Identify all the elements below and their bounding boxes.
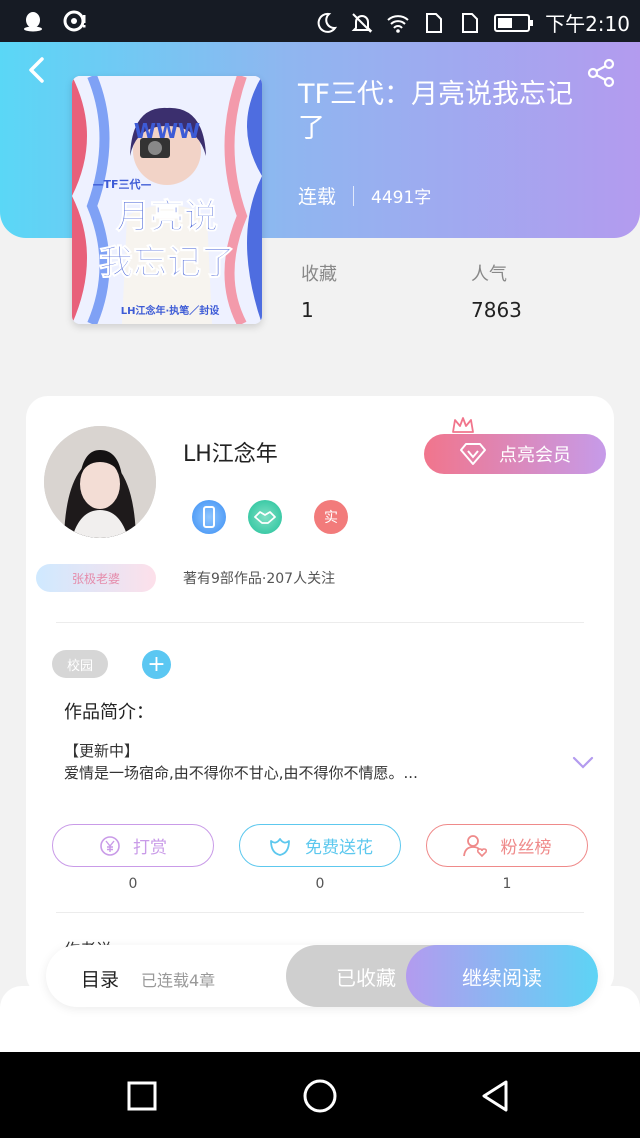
sim1-icon: [421, 10, 447, 36]
add-tag-icon[interactable]: +: [142, 650, 171, 679]
meta-divider: [353, 185, 355, 206]
fan-tag: 张极老婆: [36, 564, 156, 592]
author-name[interactable]: LH江念年: [183, 436, 278, 468]
vip-button[interactable]: 点亮会员: [424, 434, 606, 474]
continue-reading-button[interactable]: 继续阅读: [406, 945, 598, 1007]
back-arrow-icon[interactable]: [22, 55, 52, 85]
divider: [56, 622, 584, 623]
phone-badge-icon[interactable]: [192, 500, 226, 534]
stat-label: 收藏: [301, 264, 337, 285]
fan-ranking-label: 粉丝榜: [500, 838, 552, 858]
chevron-down-icon[interactable]: [572, 756, 594, 770]
crown-icon: [452, 417, 474, 433]
send-flower-label: 免费送花: [305, 838, 373, 858]
author-badges: 实: [192, 500, 348, 534]
tip-label: 打赏: [133, 838, 167, 858]
cover-title-2: 我忘记了: [99, 243, 235, 283]
word-count: 4491字: [371, 188, 432, 208]
flower-icon: [270, 837, 290, 856]
fan-count: 1: [502, 876, 512, 892]
tip-button[interactable]: 打赏: [52, 824, 214, 867]
user-heart-icon: [462, 834, 487, 857]
book-cover[interactable]: WWW —TF三代— 月亮说 我忘记了 LH江念年·执笔／封设: [72, 76, 262, 324]
status-bar: 下午2:10: [0, 0, 640, 42]
cover-title-1: 月亮说: [116, 197, 218, 237]
tip-count: 0: [128, 876, 138, 892]
book-detail-card: LH江念年 点亮会员 实 张极老婆 著有9部作品·207人关注 校园 + 作品简…: [26, 396, 614, 996]
moon-icon: [313, 10, 339, 36]
qq-icon: [20, 8, 46, 34]
serial-status: 连载: [298, 186, 337, 208]
flower-count: 0: [315, 876, 325, 892]
sim2-icon: [457, 10, 483, 36]
chat-bubble-icon: [62, 8, 88, 34]
intro-line: 【更新中】: [64, 742, 140, 760]
back-icon[interactable]: [476, 1076, 516, 1116]
send-flower-button[interactable]: 免费送花: [239, 824, 401, 867]
stat-label: 人气: [471, 264, 507, 285]
author-avatar[interactable]: [44, 426, 156, 538]
intro-line: 爱情是一场宿命,由不得你不甘心,由不得你不情愿。...: [64, 764, 418, 782]
vip-label: 点亮会员: [499, 445, 571, 466]
wifi-icon: [385, 10, 411, 36]
stat-value: 1: [301, 298, 314, 322]
clock: 下午2:10: [545, 12, 630, 36]
diamond-icon: [460, 443, 486, 465]
home-icon[interactable]: [300, 1076, 340, 1116]
divider: [56, 912, 584, 913]
cover-series: —TF三代—: [92, 177, 151, 191]
toc-button[interactable]: 目录: [81, 965, 119, 992]
author-works-count: 著有9部作品·207人关注: [183, 571, 336, 587]
system-nav-bar: [0, 1052, 640, 1138]
intro-heading: 作品简介：: [64, 702, 154, 723]
cover-credit: LH江念年·执笔／封设: [121, 304, 220, 317]
fan-ranking-button[interactable]: 粉丝榜: [426, 824, 588, 867]
handshake-badge-icon[interactable]: [248, 500, 282, 534]
chapter-count: 已连载4章: [141, 971, 216, 990]
book-title: TF三代：月亮说我忘记了: [298, 79, 574, 144]
recent-apps-icon[interactable]: [122, 1076, 162, 1116]
stat-favorites: 收藏 1: [301, 260, 337, 322]
yen-coin-icon: [100, 835, 120, 856]
book-meta: 连载 4491字: [298, 182, 431, 209]
battery-icon: [493, 10, 535, 36]
real-name-badge[interactable]: 实: [314, 500, 348, 534]
stat-popularity: 人气 7863: [471, 260, 522, 322]
reading-action-bar: 目录 已连载4章 已收藏 继续阅读: [46, 945, 598, 1007]
mute-bell-icon: [349, 10, 375, 36]
cover-www: WWW: [134, 119, 200, 143]
tag-chip[interactable]: 校园: [52, 650, 108, 678]
stat-value: 7863: [471, 298, 522, 322]
